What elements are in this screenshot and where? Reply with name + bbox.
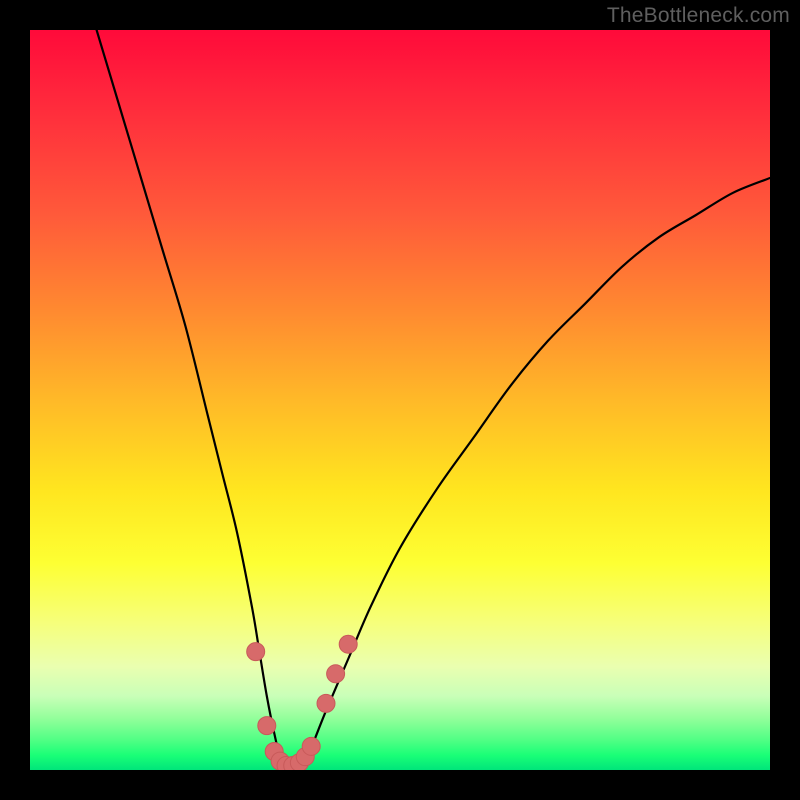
data-marker: [317, 694, 335, 712]
plot-area: [30, 30, 770, 770]
data-marker: [339, 635, 357, 653]
data-marker: [258, 717, 276, 735]
data-markers: [247, 635, 358, 770]
data-marker: [302, 737, 320, 755]
data-marker: [247, 643, 265, 661]
data-marker: [327, 665, 345, 683]
watermark-text: TheBottleneck.com: [607, 4, 790, 28]
chart-frame: TheBottleneck.com: [0, 0, 800, 800]
curve-layer: [30, 30, 770, 770]
bottleneck-curve: [97, 30, 770, 770]
